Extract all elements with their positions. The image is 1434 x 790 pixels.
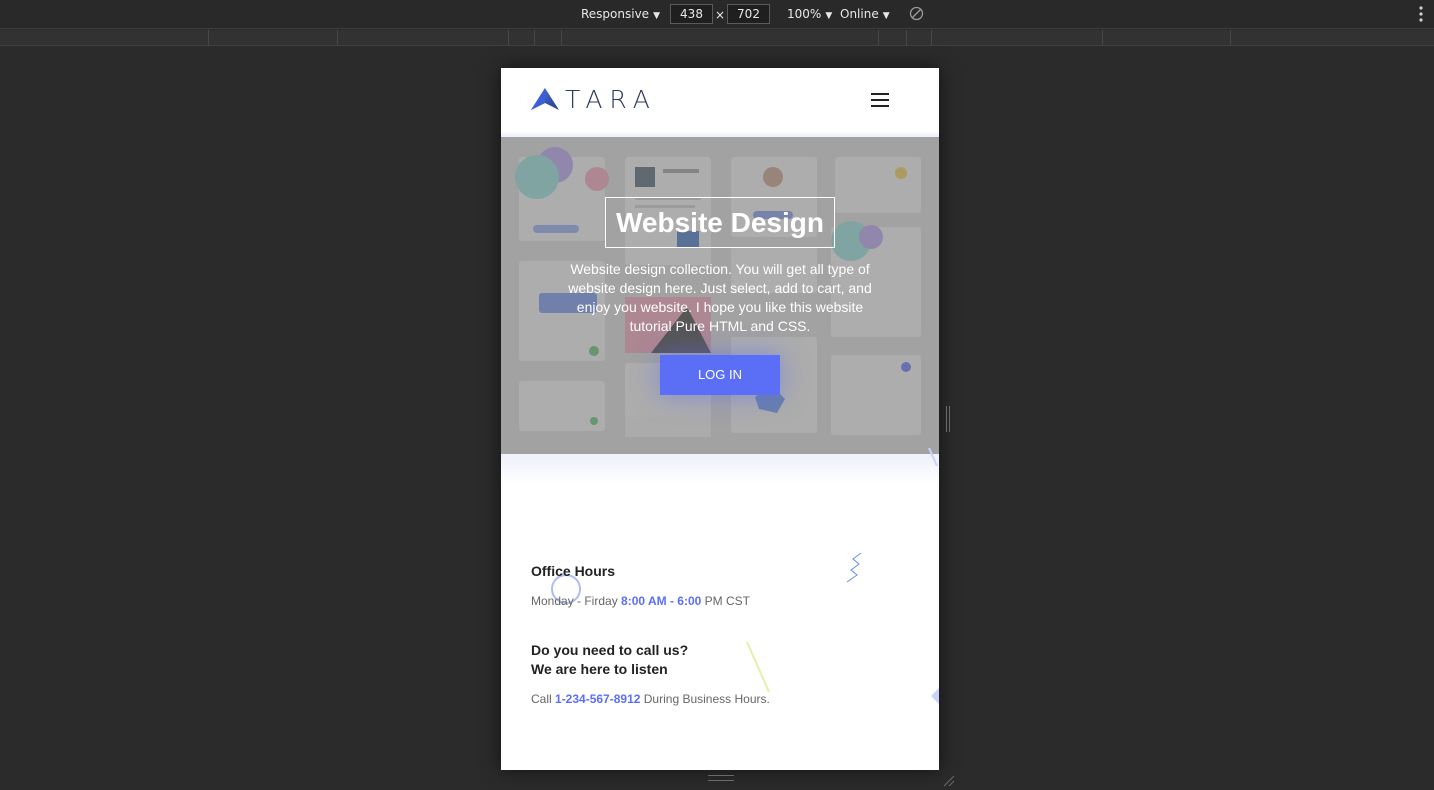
dropdown-arrow-icon: ▼ <box>825 11 833 21</box>
hamburger-menu-icon[interactable] <box>871 93 889 107</box>
login-button[interactable]: LOG IN <box>660 355 780 395</box>
more-options-icon[interactable] <box>1418 5 1424 23</box>
network-label: Online <box>840 7 879 21</box>
shape-decoration-icon <box>928 447 938 467</box>
resize-corner-icon[interactable] <box>940 772 956 788</box>
office-hours-heading: Office Hours <box>531 563 616 579</box>
dropdown-arrow-icon: ▼ <box>882 11 890 21</box>
rotate-icon[interactable] <box>909 6 924 21</box>
device-mode-select[interactable]: Responsive ▼ <box>581 7 660 21</box>
media-query-segment[interactable] <box>878 30 879 46</box>
office-hours-time: 8:00 AM - 6:00 <box>621 594 702 608</box>
media-query-segment[interactable] <box>1230 30 1231 46</box>
call-text: Call 1-234-567-8912 During Business Hour… <box>531 692 770 706</box>
hero-description: Website design collection. You will get … <box>568 261 872 334</box>
zigzag-decoration-icon <box>846 552 862 583</box>
office-hours-text: Monday - Firday 8:00 AM - 6:00 PM CST <box>531 594 750 608</box>
call-prefix: Call <box>531 692 552 706</box>
resize-handle-right[interactable] <box>946 406 950 432</box>
media-query-bar[interactable] <box>0 30 1434 46</box>
media-query-segment[interactable] <box>337 30 338 46</box>
line-decoration-icon <box>746 641 770 693</box>
hero-bottom-fade <box>501 454 939 484</box>
shape-decoration-icon <box>931 688 939 704</box>
call-heading-line-2: We are here to listen <box>531 661 668 677</box>
logo-mark-icon <box>531 88 559 110</box>
office-hours-suffix: PM CST <box>704 594 750 608</box>
site-logo[interactable]: TARA <box>531 84 657 114</box>
logo-text: TARA <box>565 84 657 114</box>
dimension-separator: × <box>715 8 726 22</box>
phone-link[interactable]: 1-234-567-8912 <box>555 692 640 706</box>
site-header: TARA <box>501 68 939 132</box>
zoom-label: 100% <box>787 7 822 21</box>
network-throttle-select[interactable]: Online ▼ <box>840 7 890 21</box>
media-query-segment[interactable] <box>508 30 509 46</box>
media-query-segment[interactable] <box>534 30 535 46</box>
viewport-width-input[interactable]: 438 <box>670 4 713 24</box>
media-query-segment[interactable] <box>561 30 562 46</box>
call-heading-line-1: Do you need to call us? <box>531 642 689 658</box>
dropdown-arrow-icon: ▼ <box>653 11 660 21</box>
media-query-segment[interactable] <box>208 30 209 46</box>
viewport-height-input[interactable]: 702 <box>727 4 770 24</box>
devtools-device-toolbar: Responsive ▼ 438 × 702 100% ▼ Online ▼ <box>0 0 1434 29</box>
call-suffix: During Business Hours. <box>643 692 770 706</box>
office-days: Monday - Firday <box>531 594 618 608</box>
media-query-segment[interactable] <box>906 30 907 46</box>
resize-handle-bottom[interactable] <box>708 775 734 781</box>
zoom-select[interactable]: 100% ▼ <box>787 7 832 21</box>
media-query-segment[interactable] <box>1102 30 1103 46</box>
device-mode-label: Responsive <box>581 7 650 21</box>
hero-section: Website Design Website design collection… <box>501 137 939 454</box>
device-viewport: TARA Website Design Website design colle… <box>501 68 939 770</box>
media-query-segment[interactable] <box>931 30 932 46</box>
hero-title: Website Design <box>605 197 835 248</box>
